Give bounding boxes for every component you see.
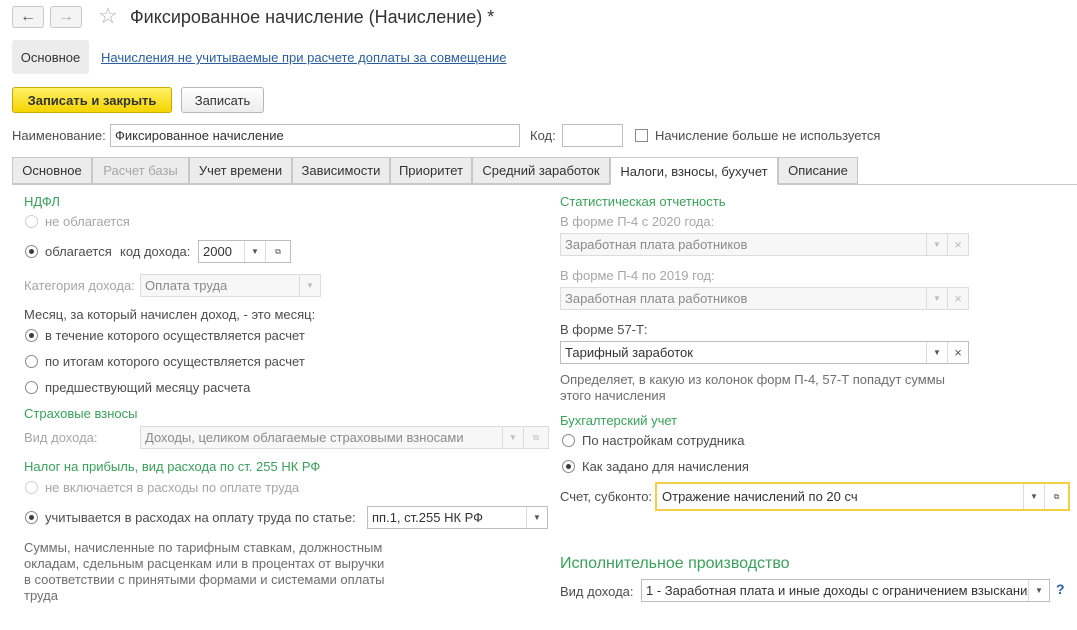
profit-tax-note: Суммы, начисленные по тарифным ставкам, … bbox=[24, 540, 385, 603]
month-label: Месяц, за который начислен доход, - это … bbox=[24, 307, 316, 322]
accounting-as-set-radio[interactable] bbox=[562, 460, 575, 473]
month-option-label: в течение которого осуществляется расчет bbox=[45, 328, 305, 343]
accounting-as-set-label: Как задано для начисления bbox=[582, 459, 749, 474]
month-option-label: предшествующий месяцу расчета bbox=[45, 380, 251, 395]
f57-field[interactable]: Тарифный заработок ▼ × bbox=[560, 341, 969, 364]
enforcement-dropdown-icon[interactable]: ▼ bbox=[1028, 580, 1049, 601]
profit-not-included-radio[interactable] bbox=[25, 481, 38, 494]
category-field[interactable]: Оплата труда ▼ bbox=[140, 274, 321, 297]
tab-main[interactable]: Основное bbox=[12, 157, 92, 184]
tab-time-tracking[interactable]: Учет времени bbox=[189, 157, 292, 184]
insurance-income-label: Вид дохода: bbox=[24, 430, 98, 445]
ndfl-not-taxed-label: не облагается bbox=[45, 214, 130, 229]
arrow-left-icon: ← bbox=[20, 8, 36, 25]
income-code-dropdown-icon[interactable]: ▼ bbox=[244, 241, 265, 262]
p4-2020-dropdown-icon[interactable]: ▼ bbox=[926, 234, 947, 255]
tab-dependencies[interactable]: Зависимости bbox=[292, 157, 390, 184]
name-field[interactable]: Фиксированное начисление bbox=[110, 124, 520, 147]
insurance-income-value: Доходы, целиком облагаемые страховыми вз… bbox=[145, 430, 464, 445]
enforcement-income-label: Вид дохода: bbox=[560, 584, 634, 599]
p4-2020-clear-icon[interactable]: × bbox=[947, 234, 968, 255]
month-option-label: по итогам которого осуществляется расчет bbox=[45, 354, 305, 369]
tab-taxes[interactable]: Налоги, взносы, бухучет bbox=[610, 157, 778, 185]
save-and-close-button[interactable]: Записать и закрыть bbox=[12, 87, 172, 113]
account-open-icon[interactable]: ⧉ bbox=[1044, 484, 1068, 509]
code-label: Код: bbox=[530, 128, 556, 143]
enforcement-section-title: Исполнительное производство bbox=[560, 555, 790, 572]
p4-2019-dropdown-icon[interactable]: ▼ bbox=[926, 288, 947, 309]
forward-button[interactable]: → bbox=[50, 6, 82, 28]
nav-link-combination[interactable]: Начисления не учитываемые при расчете до… bbox=[101, 50, 507, 65]
insurance-income-field[interactable]: Доходы, целиком облагаемые страховыми вз… bbox=[140, 426, 549, 449]
nav-main[interactable]: Основное bbox=[12, 40, 89, 74]
income-code-value: 2000 bbox=[203, 244, 232, 259]
page-title: Фиксированное начисление (Начисление) * bbox=[130, 7, 495, 27]
ndfl-section-title: НДФЛ bbox=[24, 194, 60, 209]
profit-included-label: учитывается в расходах на оплату труда п… bbox=[45, 510, 356, 525]
save-button[interactable]: Записать bbox=[181, 87, 264, 113]
not-used-checkbox[interactable] bbox=[635, 129, 648, 142]
income-code-field[interactable]: 2000 ▼ ⧉ bbox=[198, 240, 291, 263]
category-value: Оплата труда bbox=[145, 278, 228, 293]
p4-2020-value: Заработная плата работников bbox=[565, 237, 748, 252]
accounting-section-title: Бухгалтерский учет bbox=[560, 413, 678, 428]
profit-tax-section-title: Налог на прибыль, вид расхода по ст. 255… bbox=[24, 459, 321, 474]
tab-description[interactable]: Описание bbox=[778, 157, 858, 184]
tabs-divider bbox=[12, 184, 1077, 185]
f57-value: Тарифный заработок bbox=[565, 345, 693, 360]
account-label: Счет, субконто: bbox=[560, 489, 653, 504]
p4-2019-label: В форме П-4 по 2019 год: bbox=[560, 268, 715, 283]
not-used-label: Начисление больше не используется bbox=[655, 128, 881, 143]
tab-priority[interactable]: Приоритет bbox=[390, 157, 472, 184]
insurance-dropdown-icon[interactable]: ▼ bbox=[502, 427, 523, 448]
f57-dropdown-icon[interactable]: ▼ bbox=[926, 342, 947, 363]
enforcement-income-field[interactable]: 1 - Заработная плата и иные доходы с огр… bbox=[641, 579, 1050, 602]
p4-2019-field[interactable]: Заработная плата работников ▼ × bbox=[560, 287, 969, 310]
back-button[interactable]: ← bbox=[12, 6, 44, 28]
profit-included-radio[interactable] bbox=[25, 511, 38, 524]
account-field[interactable]: Отражение начислений по 20 сч ▼ ⧉ bbox=[655, 482, 1070, 511]
month-option-radio[interactable] bbox=[25, 355, 38, 368]
accounting-by-employee-label: По настройкам сотрудника bbox=[582, 433, 745, 448]
account-value: Отражение начислений по 20 сч bbox=[662, 489, 858, 504]
insurance-open-icon[interactable]: ⧉ bbox=[523, 427, 548, 448]
category-dropdown-icon[interactable]: ▼ bbox=[299, 275, 320, 296]
article-value: пп.1, ст.255 НК РФ bbox=[372, 510, 484, 525]
f57-clear-icon[interactable]: × bbox=[947, 342, 968, 363]
stats-section-title: Статистическая отчетность bbox=[560, 194, 726, 209]
favorite-star-icon[interactable]: ☆ bbox=[98, 5, 118, 27]
name-label: Наименование: bbox=[12, 128, 106, 143]
accounting-by-employee-radio[interactable] bbox=[562, 434, 575, 447]
ndfl-not-taxed-radio[interactable] bbox=[25, 215, 38, 228]
tab-base-calc[interactable]: Расчет базы bbox=[92, 157, 189, 184]
month-option-radio[interactable] bbox=[25, 329, 38, 342]
stats-note: Определяет, в какую из колонок форм П-4,… bbox=[560, 372, 946, 403]
help-icon[interactable]: ? bbox=[1056, 581, 1065, 597]
p4-2020-label: В форме П-4 с 2020 года: bbox=[560, 214, 715, 229]
tab-average-earnings[interactable]: Средний заработок bbox=[472, 157, 610, 184]
arrow-right-icon: → bbox=[58, 8, 74, 25]
insurance-section-title: Страховые взносы bbox=[24, 406, 138, 421]
income-code-label: код дохода: bbox=[120, 244, 191, 259]
article-dropdown-icon[interactable]: ▼ bbox=[526, 507, 547, 528]
f57-label: В форме 57-Т: bbox=[560, 322, 648, 337]
category-label: Категория дохода: bbox=[24, 278, 135, 293]
p4-2019-value: Заработная плата работников bbox=[565, 291, 748, 306]
p4-2020-field[interactable]: Заработная плата работников ▼ × bbox=[560, 233, 969, 256]
enforcement-income-value: 1 - Заработная плата и иные доходы с огр… bbox=[646, 583, 1028, 598]
p4-2019-clear-icon[interactable]: × bbox=[947, 288, 968, 309]
account-dropdown-icon[interactable]: ▼ bbox=[1023, 484, 1044, 509]
ndfl-taxed-radio[interactable] bbox=[25, 245, 38, 258]
article-field[interactable]: пп.1, ст.255 НК РФ ▼ bbox=[367, 506, 548, 529]
profit-not-included-label: не включается в расходы по оплате труда bbox=[45, 480, 300, 495]
month-option-radio[interactable] bbox=[25, 381, 38, 394]
ndfl-taxed-label: облагается bbox=[45, 244, 112, 259]
income-code-open-icon[interactable]: ⧉ bbox=[265, 241, 290, 262]
code-field[interactable] bbox=[562, 124, 623, 147]
